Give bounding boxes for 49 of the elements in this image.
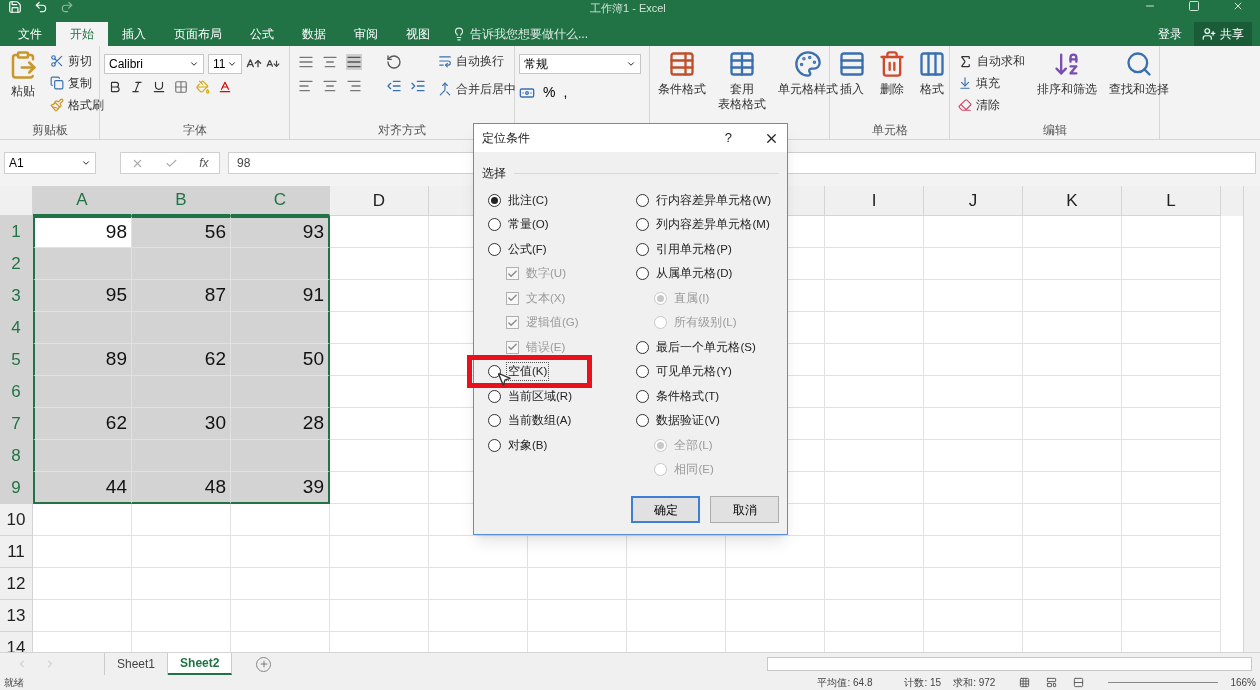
average-readout: 平均值: 64.8 [817, 676, 873, 690]
option-label: 列内容差异单元格(M) [655, 217, 771, 233]
option-label: 引用单元格(P) [655, 241, 733, 257]
table-cell: 62 [33, 408, 132, 440]
table-cell: 30 [132, 408, 231, 440]
option-label: 文本(X) [525, 290, 567, 306]
option-label: 最后一个单元格(S) [655, 339, 757, 355]
table-cell: 48 [132, 472, 231, 504]
group-label: 剪贴板 [31, 122, 68, 139]
option-label: 所有级别(L) [673, 315, 738, 331]
option-label: 条件格式(T) [655, 388, 721, 404]
group-label: 字体 [182, 122, 207, 139]
section-label: 选择 [482, 165, 506, 182]
option-label: 行内容差异单元格(W) [655, 192, 772, 208]
group-label: 单元格 [871, 122, 908, 139]
option-label: 全部(L) [673, 437, 714, 453]
group-label: 编辑 [1042, 122, 1067, 139]
option-label: 常量(O) [507, 217, 550, 233]
option-label: 直属(I) [673, 290, 711, 306]
table-cell: 91 [231, 280, 330, 312]
table-cell: 44 [33, 472, 132, 504]
option-label: 对象(B) [507, 437, 549, 453]
table-cell: 50 [231, 344, 330, 376]
table-cell: 62 [132, 344, 231, 376]
status-text: 就绪 [4, 676, 24, 690]
option-label: 相同(E) [673, 462, 715, 478]
dialog-title: 定位条件 [482, 130, 530, 147]
table-cell: 93 [231, 216, 330, 248]
table-cell: 95 [33, 280, 132, 312]
option-label: 数字(U) [525, 266, 567, 282]
option-label: 当前数组(A) [507, 413, 573, 429]
count-readout: 计数: 15 [904, 676, 942, 690]
group-label: 对齐方式 [378, 122, 426, 139]
option-label: 批注(C) [507, 192, 549, 208]
table-cell: 28 [231, 408, 330, 440]
table-cell: 56 [132, 216, 231, 248]
option-label: 数据验证(V) [655, 413, 721, 429]
option-label: 可见单元格(Y) [655, 364, 733, 380]
option-label: 错误(E) [525, 339, 567, 355]
option-label: 从属单元格(D) [655, 266, 734, 282]
option-label: 当前区域(R) [507, 388, 573, 404]
option-label: 逻辑值(G) [525, 315, 580, 331]
table-cell: 39 [231, 472, 330, 504]
table-cell: 98 [33, 216, 132, 248]
sum-readout: 求和: 972 [953, 676, 996, 690]
table-cell: 87 [132, 280, 231, 312]
window-title: 工作簿1 - Excel [590, 1, 666, 16]
option-label: 公式(F) [507, 241, 548, 257]
table-cell: 89 [33, 344, 132, 376]
